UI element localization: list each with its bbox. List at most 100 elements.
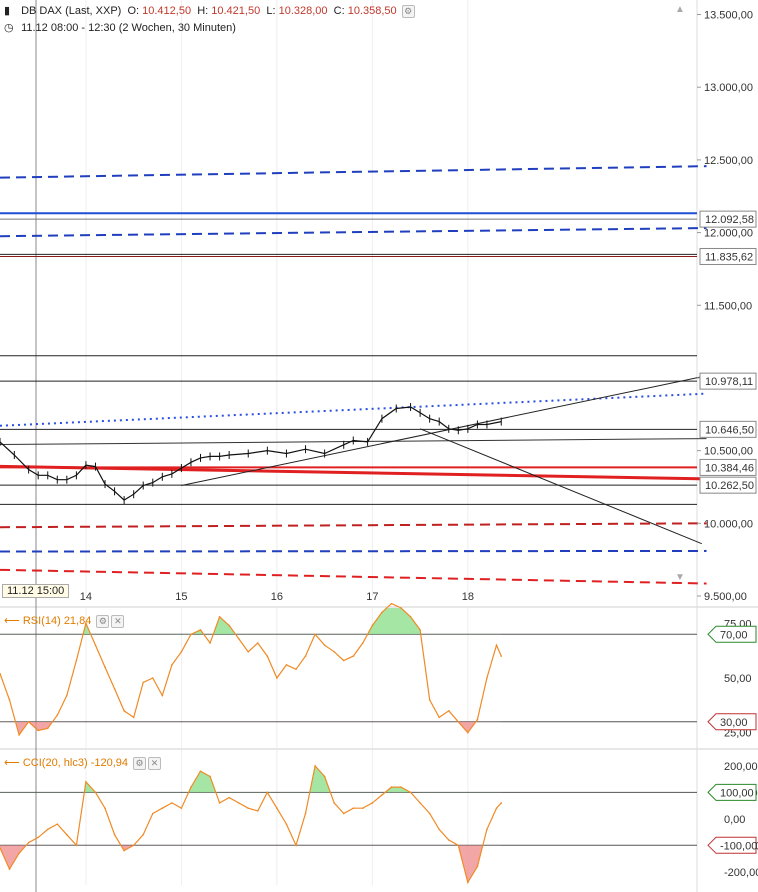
- x-tick-label: 14: [80, 591, 92, 603]
- rsi-point: [314, 633, 316, 636]
- trend-line: [181, 375, 707, 487]
- rsi-point: [500, 655, 503, 657]
- rsi-point: [342, 659, 345, 662]
- cci-oversold-fill: [0, 845, 502, 883]
- trend-line: [0, 568, 707, 585]
- rsi-label: ⟵ RSI(14) 21,84 ⚙ ✕: [4, 614, 125, 628]
- rsi-point: [18, 734, 20, 736]
- rsi-point: [495, 644, 498, 646]
- cci-point: [495, 807, 498, 810]
- cci-point: [209, 775, 211, 778]
- instrument-name: DB DAX (Last, XXP): [21, 5, 122, 17]
- cci-y-tick-label: 200,00: [724, 761, 758, 773]
- cci-point: [199, 770, 202, 772]
- rsi-point: [467, 731, 469, 734]
- rsi-point: [56, 714, 59, 716]
- time-range: 11.12 08:00 - 12:30 (2 Wochen, 30 Minute…: [21, 22, 236, 34]
- cci-point: [323, 775, 326, 778]
- rsi-band-label-text: 30,00: [720, 717, 748, 729]
- y-tick-label: 10.000,00: [704, 518, 753, 530]
- price-label-text: 10.646,50: [705, 424, 754, 436]
- cci-point: [75, 844, 78, 847]
- cci-point: [123, 849, 125, 852]
- cci-point: [46, 828, 49, 831]
- rsi-point: [486, 677, 488, 679]
- cci-settings-icon[interactable]: ⚙: [133, 756, 147, 770]
- cci-label: ⟵ CCI(20, hlc3) -120,94 ⚙ ✕: [4, 756, 162, 770]
- cci-icon: ⟵: [4, 757, 20, 769]
- cci-point: [476, 865, 479, 868]
- rsi-point: [285, 664, 288, 666]
- rsi-point: [304, 655, 307, 657]
- rsi-point: [447, 710, 450, 712]
- x-tick-label: 18: [462, 591, 474, 603]
- trend-line: [0, 392, 707, 427]
- cci-point: [409, 791, 412, 794]
- rsi-point: [209, 642, 211, 644]
- cci-point: [390, 786, 393, 788]
- rsi-icon: ⟵: [4, 615, 20, 627]
- chart-type-icon[interactable]: ▮: [4, 4, 18, 17]
- cci-point: [419, 802, 421, 804]
- rsi-point: [438, 716, 441, 719]
- rsi-settings-icon[interactable]: ⚙: [96, 614, 110, 628]
- cci-point: [362, 807, 364, 810]
- cci-point: [266, 791, 269, 794]
- rsi-point: [180, 650, 183, 653]
- rsi-point: [476, 718, 479, 721]
- scroll-down-icon[interactable]: ▼: [675, 572, 689, 584]
- settings-gear-icon[interactable]: ⚙: [401, 4, 415, 18]
- cci-point: [457, 844, 460, 847]
- cci-point: [151, 812, 154, 815]
- cci-point: [237, 802, 240, 804]
- y-tick-label: 10.500,00: [704, 446, 753, 458]
- cci-point: [37, 836, 39, 839]
- price-series-line: [0, 406, 502, 501]
- y-tick-label: 9.500,00: [704, 591, 747, 603]
- rsi-close-icon[interactable]: ✕: [111, 614, 125, 628]
- ohlc-close-value: 10.358,50: [347, 5, 397, 17]
- rsi-point: [276, 677, 278, 679]
- cci-point: [314, 765, 316, 767]
- ohlc-low-value: 10.328,00: [278, 5, 328, 17]
- rsi-point: [228, 624, 230, 627]
- cci-y-tick-label: -200,00: [724, 867, 758, 879]
- cci-point: [352, 807, 355, 810]
- rsi-point: [371, 624, 374, 627]
- rsi-point: [75, 659, 78, 662]
- cci-point: [276, 807, 278, 810]
- cci-point: [447, 839, 450, 841]
- trend-line: [0, 227, 707, 238]
- indicator-layer: [0, 602, 697, 884]
- rsi-point: [409, 615, 412, 618]
- cci-close-icon[interactable]: ✕: [148, 756, 162, 770]
- cci-point: [295, 844, 297, 847]
- ohlc-open-value: 10.412,50: [142, 5, 192, 17]
- rsi-point: [333, 650, 335, 653]
- x-tick-label: 15: [175, 591, 187, 603]
- rsi-point: [132, 716, 135, 719]
- ohlc-high-key: H:: [197, 5, 209, 17]
- cci-point: [228, 796, 230, 799]
- rsi-point: [104, 666, 106, 668]
- cci-y-tick-label: 0,00: [724, 814, 745, 826]
- trend-line: [0, 165, 707, 179]
- rsi-point: [94, 644, 97, 646]
- cci-point: [218, 802, 221, 804]
- cci-point: [304, 812, 307, 815]
- rsi-point: [151, 677, 154, 679]
- trend-line: [0, 549, 707, 553]
- rsi-point: [419, 629, 421, 631]
- rsi-point: [27, 720, 30, 723]
- rsi-point: [362, 642, 364, 644]
- scroll-up-icon[interactable]: ▲: [675, 4, 689, 16]
- cci-point: [285, 823, 288, 825]
- price-label-text: 10.262,50: [705, 480, 754, 492]
- cci-point: [342, 812, 345, 815]
- rsi-point: [256, 642, 259, 644]
- rsi-point: [457, 720, 460, 723]
- y-tick-label: 13.500,00: [704, 10, 753, 22]
- rsi-point: [123, 710, 125, 712]
- rsi-point: [66, 694, 68, 697]
- rsi-point: [266, 655, 269, 657]
